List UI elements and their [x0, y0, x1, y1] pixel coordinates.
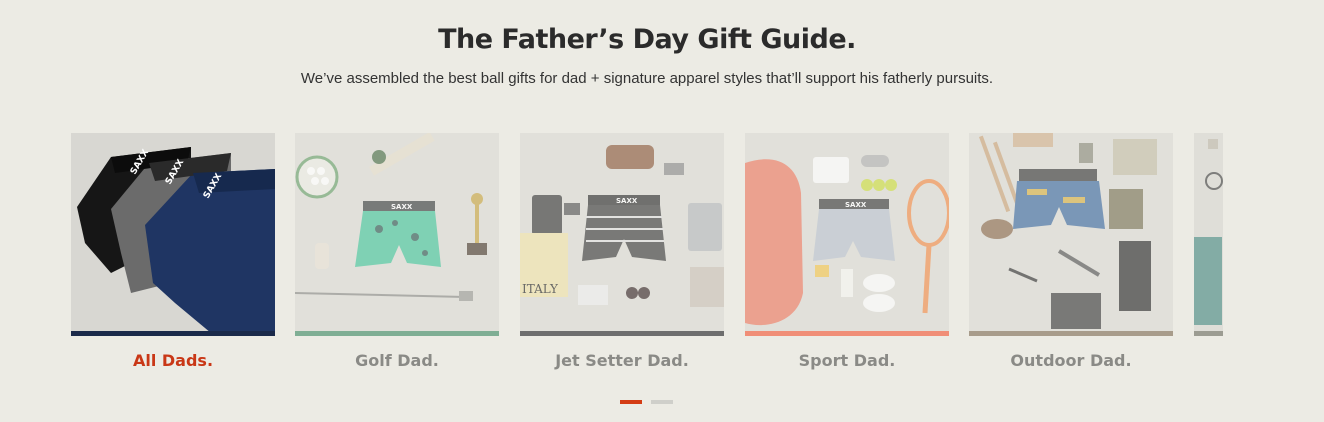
card-label[interactable]: Sport Dad. — [745, 351, 949, 370]
card-accent-bar — [295, 331, 499, 336]
card-label[interactable]: All Dads. — [71, 351, 275, 370]
card-accent-bar — [520, 331, 724, 336]
card-label[interactable]: Jet Setter Dad. — [520, 351, 724, 370]
sport-gifts-image[interactable]: SAXX — [745, 133, 949, 331]
card-accent-bar — [71, 331, 275, 336]
boxer-briefs-stack-image[interactable]: SAXX SAXX SAXX — [71, 133, 275, 331]
page-subtitle: We’ve assembled the best ball gifts for … — [300, 70, 994, 87]
outdoor-gifts-image[interactable] — [969, 133, 1173, 331]
boxer-briefs-stack-icon: SAXX SAXX SAXX — [77, 147, 275, 331]
golf-gifts-image[interactable]: SAXX — [295, 133, 499, 331]
card-label[interactable]: Outdoor Dad. — [969, 351, 1173, 370]
pagination-dot-2[interactable] — [651, 400, 673, 404]
travel-gifts-image[interactable]: SAXX ITALY — [520, 133, 724, 331]
card-accent-bar — [969, 331, 1173, 336]
card-sport-dad[interactable]: SAXX Sport Dad. — [745, 133, 949, 370]
card-accent-bar — [1194, 331, 1223, 336]
card-next-partial[interactable] — [1194, 133, 1223, 336]
next-card-image[interactable] — [1194, 133, 1223, 331]
card-golf-dad[interactable]: SAXX Golf Dad. — [295, 133, 499, 370]
card-outdoor-dad[interactable]: Outdoor Dad. — [969, 133, 1173, 370]
card-all-dads[interactable]: SAXX SAXX SAXX All Dads. — [71, 133, 275, 370]
page-title: The Father’s Day Gift Guide. — [438, 24, 856, 55]
gift-carousel[interactable]: SAXX SAXX SAXX All Dads. SAXX Golf Dad. … — [71, 133, 1223, 373]
pagination-dot-1[interactable] — [620, 400, 642, 404]
card-label[interactable]: Golf Dad. — [295, 351, 499, 370]
carousel-pagination[interactable] — [620, 400, 682, 418]
card-accent-bar — [745, 331, 949, 336]
card-jet-setter-dad[interactable]: SAXX ITALY Jet Setter Dad. — [520, 133, 724, 370]
